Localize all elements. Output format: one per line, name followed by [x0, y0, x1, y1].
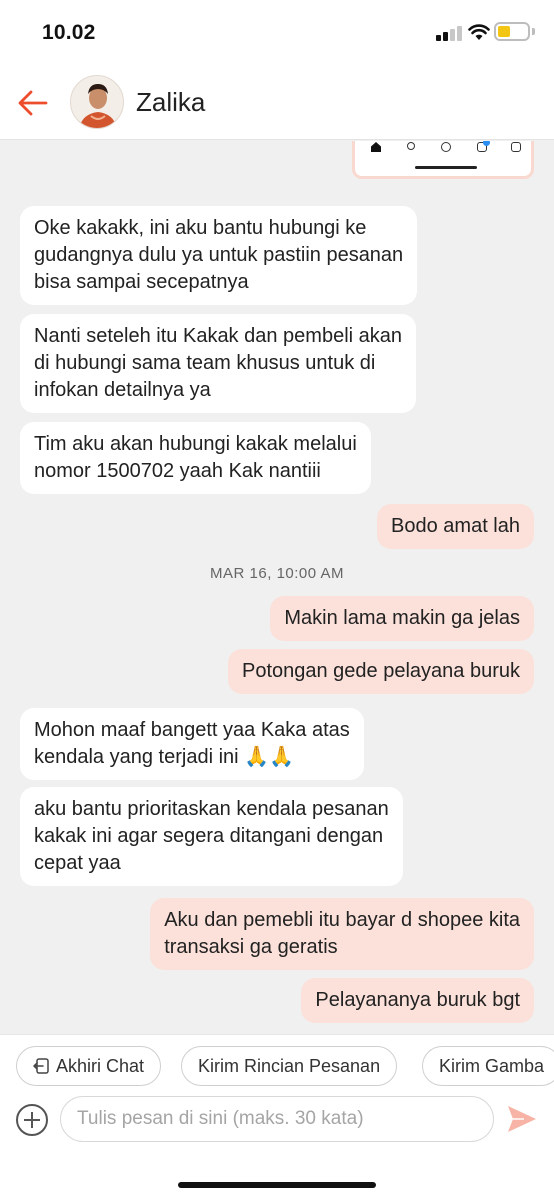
message-bubble-outgoing[interactable]: Aku dan pemebli itu bayar d shopee kita … — [150, 898, 534, 970]
notification-badge — [483, 141, 490, 146]
wifi-icon — [468, 24, 490, 40]
message-bubble-outgoing[interactable]: Potongan gede pelayana buruk — [227, 649, 534, 694]
status-bar: 10.02 — [0, 0, 554, 66]
profile-icon — [511, 142, 521, 152]
message-bubble-incoming[interactable]: aku bantu prioritaskan kendala pesanan k… — [20, 787, 403, 886]
message-input[interactable] — [60, 1096, 494, 1142]
status-time: 10.02 — [42, 21, 96, 44]
battery-icon — [494, 22, 530, 41]
home-indicator — [178, 1182, 376, 1188]
battery-tip — [532, 28, 535, 35]
composer-bar — [0, 1094, 554, 1200]
chip-label: Kirim Gamba — [439, 1056, 545, 1076]
chip-label: Kirim Rincian Pesanan — [198, 1056, 381, 1076]
message-bubble-incoming[interactable]: Nanti seteleh itu Kakak dan pembeli akan… — [20, 314, 417, 413]
send-icon[interactable] — [506, 1104, 538, 1134]
message-bubble-outgoing[interactable]: Pelayananya buruk bgt — [301, 978, 534, 1023]
home-icon — [371, 142, 381, 152]
send-order-details-chip[interactable]: Kirim Rincian Pesanan — [181, 1046, 398, 1086]
search-icon — [407, 142, 415, 150]
shared-screenshot-preview[interactable] — [352, 141, 534, 179]
chip-label: Akhiri Chat — [56, 1056, 145, 1076]
message-bubble-incoming[interactable]: Mohon maaf bangett yaa Kaka atas kendala… — [20, 708, 364, 780]
back-arrow-icon[interactable] — [16, 86, 50, 120]
live-icon — [441, 142, 451, 152]
preview-home-indicator — [415, 166, 477, 169]
add-attachment-icon[interactable] — [16, 1104, 48, 1136]
contact-name: Zalika — [136, 87, 206, 117]
message-bubble-outgoing[interactable]: Makin lama makin ga jelas — [270, 596, 534, 641]
quick-reply-bar: Akhiri Chat Kirim Rincian Pesanan Kirim … — [0, 1034, 554, 1094]
chat-header: Zalika — [0, 66, 554, 140]
message-bubble-outgoing[interactable]: Bodo amat lah — [377, 504, 534, 549]
exit-icon — [33, 1058, 49, 1074]
message-bubble-incoming[interactable]: Oke kakakk, ini aku bantu hubungi ke gud… — [20, 206, 418, 305]
send-image-chip[interactable]: Kirim Gamba — [422, 1046, 554, 1086]
end-chat-chip[interactable]: Akhiri Chat — [16, 1046, 162, 1086]
message-list[interactable]: Oke kakakk, ini aku bantu hubungi ke gud… — [0, 141, 554, 1034]
avatar[interactable] — [70, 75, 124, 129]
message-bubble-incoming[interactable]: Tim aku akan hubungi kakak melalui nomor… — [20, 422, 371, 494]
signal-icon — [436, 25, 462, 41]
date-separator: MAR 16, 10:00 AM — [210, 565, 344, 582]
